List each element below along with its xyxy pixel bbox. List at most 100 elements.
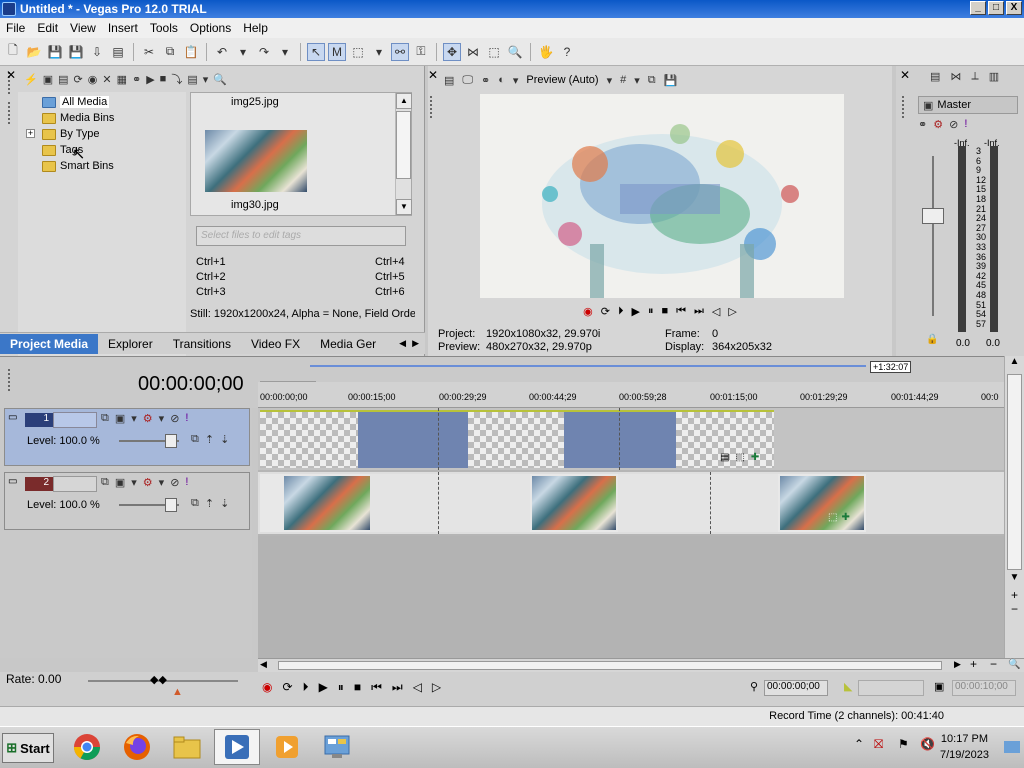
dim-output-icon[interactable]: ⟂: [971, 70, 978, 83]
video-event[interactable]: [260, 474, 370, 532]
track-minimize-icon[interactable]: ▭: [8, 412, 17, 423]
parent-motion-icon[interactable]: ⧉: [191, 433, 199, 446]
cut-icon[interactable]: ✂: [140, 43, 158, 61]
video-event[interactable]: ▤ ⬚ ✚: [676, 410, 774, 468]
views-icon[interactable]: ▤: [187, 73, 197, 86]
previous-frame-icon[interactable]: ◁: [413, 680, 422, 695]
time-ruler[interactable]: 00:00:00;00 00:00:15;00 00:00:29;29 00:0…: [258, 382, 1004, 408]
capture-video-icon[interactable]: ▣: [43, 73, 53, 86]
auto-crossfades-icon[interactable]: ⋈: [464, 43, 482, 61]
panel-grip[interactable]: [8, 102, 12, 124]
network-status-icon[interactable]: ⛝: [874, 737, 883, 752]
menu-file[interactable]: File: [0, 21, 31, 35]
menu-options[interactable]: Options: [184, 21, 237, 35]
video-event[interactable]: [530, 474, 618, 532]
volume-muted-icon[interactable]: 🔇: [920, 737, 935, 751]
record-icon[interactable]: ◉: [262, 680, 272, 695]
go-to-end-icon[interactable]: ⏭: [694, 305, 704, 318]
save-icon[interactable]: 💾: [46, 43, 64, 61]
scroll-thumb[interactable]: [1007, 374, 1022, 570]
tree-item-all-media[interactable]: All Media: [42, 94, 110, 110]
menu-tools[interactable]: Tools: [144, 21, 184, 35]
make-child-icon[interactable]: ⇣: [220, 497, 229, 510]
ignore-grouping-icon[interactable]: ⬚: [485, 43, 503, 61]
lock-icon[interactable]: 🔒: [926, 334, 938, 345]
overview-bar[interactable]: [310, 365, 866, 367]
scroll-right-icon[interactable]: ▶: [954, 659, 961, 670]
track-level-slider[interactable]: [119, 498, 179, 512]
media-thumbnail[interactable]: [205, 130, 307, 192]
mute-icon[interactable]: ⊘: [170, 476, 179, 489]
envelope-tool-icon[interactable]: M: [328, 42, 346, 61]
zoom-in-icon[interactable]: +: [1005, 588, 1024, 602]
file-name[interactable]: img25.jpg: [231, 96, 279, 108]
solo-icon[interactable]: !: [185, 412, 188, 425]
video-event[interactable]: ⬚ ✚: [778, 474, 866, 532]
menu-edit[interactable]: Edit: [31, 21, 64, 35]
menu-help[interactable]: Help: [237, 21, 274, 35]
views-dropdown-icon[interactable]: ▾: [203, 73, 209, 86]
copy-icon[interactable]: ⧉: [161, 43, 179, 61]
import-media-icon[interactable]: ⚡: [24, 73, 38, 86]
make-parent-icon[interactable]: ⇡: [205, 497, 214, 510]
zoom-tool-icon[interactable]: 🔍: [1008, 659, 1020, 670]
panel-grip[interactable]: [8, 369, 12, 391]
new-file-icon[interactable]: 🗋: [4, 43, 22, 61]
help-icon[interactable]: ?: [558, 43, 576, 61]
event-pan-crop-icon[interactable]: ⬚: [735, 452, 744, 463]
selection-tool-icon[interactable]: ⬚: [349, 43, 367, 61]
tab-scroll-left-icon[interactable]: ◀: [399, 338, 406, 349]
video-event[interactable]: [260, 410, 358, 468]
slider-knob[interactable]: [165, 498, 177, 512]
scroll-up-icon[interactable]: ▲: [1005, 356, 1024, 372]
preview-properties-icon[interactable]: ▤: [444, 74, 454, 87]
track-level-slider[interactable]: [119, 434, 179, 448]
close-button[interactable]: X: [1006, 1, 1022, 15]
copy-snapshot-icon[interactable]: ⧉: [648, 74, 656, 87]
track-motion-icon[interactable]: ⧉: [101, 412, 109, 425]
track-fx-icon[interactable]: ⚙: [143, 412, 153, 425]
action-center-icon[interactable]: ⚑: [898, 737, 909, 751]
volume-fader[interactable]: [922, 208, 944, 224]
zoom-tool-icon[interactable]: 🔍: [506, 43, 524, 61]
event-pan-crop-icon[interactable]: ⬚: [828, 512, 837, 523]
zoom-in-icon[interactable]: +: [970, 657, 977, 671]
parent-motion-icon[interactable]: ⧉: [191, 497, 199, 510]
split-screen-icon[interactable]: ◐: [498, 74, 505, 86]
event-add-icon[interactable]: ✚: [841, 512, 849, 523]
next-frame-icon[interactable]: ▷: [432, 680, 441, 695]
vegas-app-icon[interactable]: [2, 2, 16, 16]
media-player-taskbar-icon[interactable]: [264, 729, 310, 765]
solo-icon[interactable]: !: [964, 118, 967, 131]
empty-track-area[interactable]: [258, 536, 1004, 658]
make-parent-icon[interactable]: ⇡: [205, 433, 214, 446]
track-header-video-1[interactable]: ▭ 1 ⧉ ▣ ▾ ⚙ ▾ ⊘ ! Level: 100.0 % ⧉ ⇡ ⇣: [4, 408, 250, 466]
slider-knob[interactable]: [165, 434, 177, 448]
panel-grip[interactable]: [902, 96, 906, 118]
scroll-thumb[interactable]: [396, 111, 411, 179]
tab-transitions[interactable]: Transitions: [163, 334, 241, 354]
compositing-mode-icon[interactable]: ▣: [115, 476, 125, 489]
track-fx-dropdown-icon[interactable]: ▾: [159, 412, 165, 425]
tags-input[interactable]: Select files to edit tags: [196, 226, 406, 246]
video-track-1[interactable]: ▤ ⬚ ✚: [258, 408, 1004, 470]
zoom-out-icon[interactable]: −: [1005, 602, 1024, 616]
timeline-vertical-scrollbar[interactable]: ▲ ▼ + −: [1004, 356, 1024, 658]
tab-scroll-right-icon[interactable]: ▶: [412, 338, 419, 349]
track-motion-icon[interactable]: ⧉: [101, 476, 109, 489]
loop-playback-icon[interactable]: ⟳: [282, 680, 292, 695]
link-icon[interactable]: ⚭: [132, 73, 141, 86]
tab-video-fx[interactable]: Video FX: [241, 334, 310, 354]
open-folder-icon[interactable]: 📂: [25, 43, 43, 61]
enable-snapping-icon[interactable]: ✥: [443, 42, 461, 61]
auto-ripple-icon[interactable]: ⚯: [391, 42, 409, 61]
tab-project-media[interactable]: Project Media: [0, 333, 99, 354]
split-dropdown-icon[interactable]: ▾: [513, 74, 519, 87]
vegas-taskbar-icon[interactable]: [214, 729, 260, 765]
delete-icon[interactable]: ✕: [102, 73, 111, 86]
redo-dropdown-icon[interactable]: ▾: [276, 43, 294, 61]
rate-slider-knob[interactable]: ◆◆: [150, 673, 167, 686]
pause-icon[interactable]: ⏸: [648, 305, 654, 318]
external-monitor-icon[interactable]: 🖵: [462, 74, 473, 87]
mute-icon[interactable]: ⊘: [949, 118, 958, 131]
